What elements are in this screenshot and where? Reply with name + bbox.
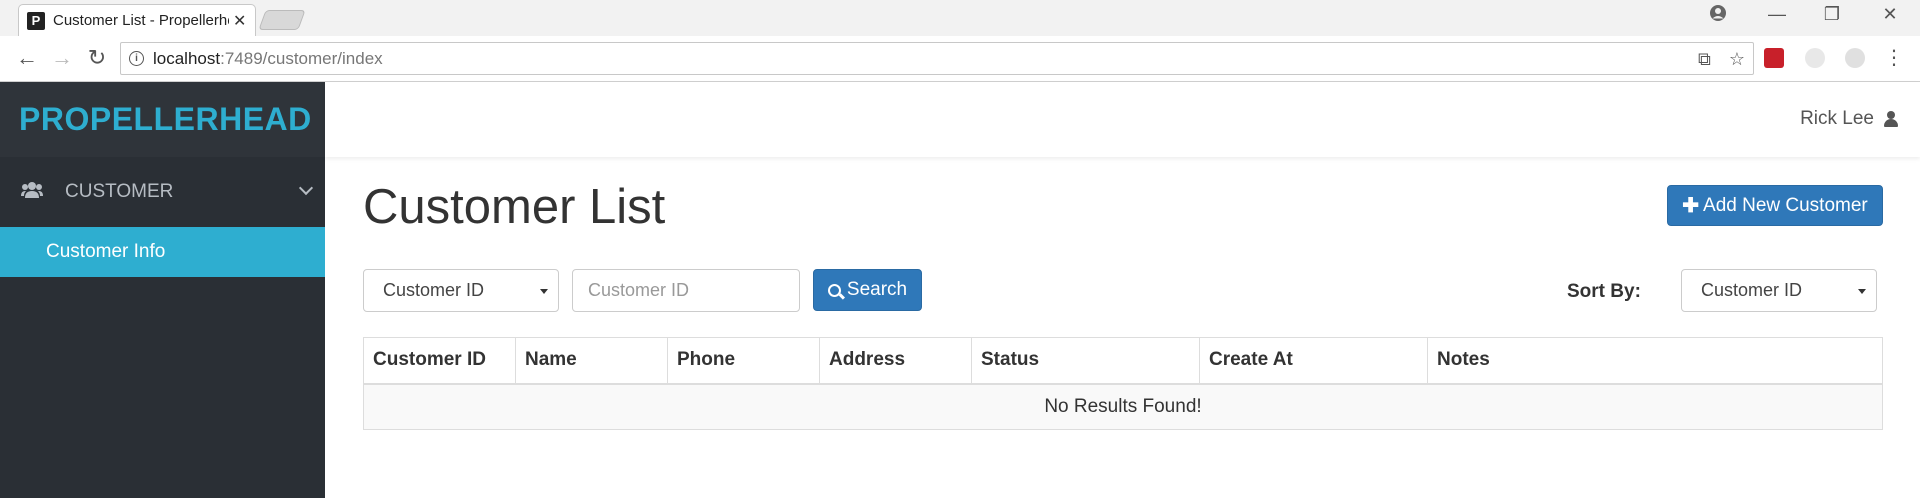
search-icon: [827, 283, 841, 297]
column-header[interactable]: Status: [971, 337, 1200, 385]
column-header[interactable]: Customer ID: [363, 337, 516, 385]
column-header[interactable]: Name: [515, 337, 668, 385]
search-input[interactable]: [572, 269, 800, 312]
table-row: No Results Found!: [363, 383, 1883, 430]
user-icon: [1884, 111, 1898, 127]
address-bar[interactable]: i localhost:7489/customer/index ⧉ ☆: [120, 42, 1754, 75]
sort-select[interactable]: Customer ID: [1681, 269, 1877, 312]
forward-arrow-icon[interactable]: →: [48, 46, 76, 70]
user-name: Rick Lee: [1800, 108, 1874, 129]
window-close-icon[interactable]: ✕: [1870, 4, 1910, 25]
tab-close-icon[interactable]: ✕: [233, 11, 246, 31]
back-arrow-icon[interactable]: ←: [13, 46, 41, 70]
column-header[interactable]: Notes: [1427, 337, 1883, 385]
empty-message: No Results Found!: [363, 383, 1883, 430]
browser-tab[interactable]: P Customer List - Propellerhead ✕: [18, 4, 256, 36]
browser-tabstrip: P Customer List - Propellerhead ✕ — ❐ ✕: [0, 0, 1920, 36]
column-header[interactable]: Phone: [667, 337, 820, 385]
customer-table: Customer ID Name Phone Address Status Cr…: [363, 337, 1883, 430]
main-content: Customer List ✚ Add New Customer Custome…: [325, 157, 1920, 498]
favicon-icon: P: [27, 11, 45, 30]
new-tab-button[interactable]: [258, 10, 306, 30]
column-header[interactable]: Address: [819, 337, 972, 385]
chevron-down-icon: [298, 180, 314, 196]
sidebar-group-label: CUSTOMER: [65, 181, 174, 202]
sidebar-item-customer-info[interactable]: Customer Info: [0, 227, 325, 277]
minimize-icon[interactable]: —: [1757, 4, 1797, 25]
search-button[interactable]: Search: [813, 269, 922, 311]
extension-icon[interactable]: [1764, 48, 1784, 68]
table-header-row: Customer ID Name Phone Address Status Cr…: [363, 337, 1883, 385]
plus-icon: ✚: [1682, 195, 1700, 217]
extension-icon[interactable]: [1845, 48, 1865, 68]
extension-icon[interactable]: [1805, 48, 1825, 68]
brand-logo[interactable]: PROPELLERHEAD: [0, 82, 325, 157]
reload-icon[interactable]: ↻: [83, 46, 111, 70]
column-header[interactable]: Create At: [1199, 337, 1428, 385]
user-menu[interactable]: Rick Lee: [1800, 108, 1898, 130]
page-title: Customer List: [363, 180, 666, 234]
browser-toolbar: ← → ↻ i localhost:7489/customer/index ⧉ …: [0, 36, 1920, 82]
sidebar: PROPELLERHEAD CUSTOMER Customer Info: [0, 82, 325, 498]
profile-icon[interactable]: [1698, 4, 1738, 27]
topbar: Rick Lee: [325, 82, 1920, 157]
restore-icon[interactable]: ❐: [1812, 4, 1852, 25]
filter-field-select[interactable]: Customer ID: [363, 269, 559, 312]
info-icon[interactable]: i: [129, 51, 144, 66]
tab-title: Customer List - Propellerhead: [53, 12, 229, 29]
browser-menu-icon[interactable]: ⋮: [1880, 46, 1908, 70]
url-text: localhost:7489/customer/index: [153, 48, 383, 68]
caret-down-icon: [1858, 289, 1866, 294]
translate-icon[interactable]: ⧉: [1698, 49, 1711, 70]
caret-down-icon: [540, 289, 548, 294]
bookmark-star-icon[interactable]: ☆: [1729, 49, 1745, 70]
add-customer-button[interactable]: ✚ Add New Customer: [1667, 185, 1883, 226]
sort-label: Sort By:: [1567, 281, 1641, 302]
sidebar-group-customer[interactable]: CUSTOMER: [0, 157, 325, 227]
users-icon: [21, 181, 45, 204]
